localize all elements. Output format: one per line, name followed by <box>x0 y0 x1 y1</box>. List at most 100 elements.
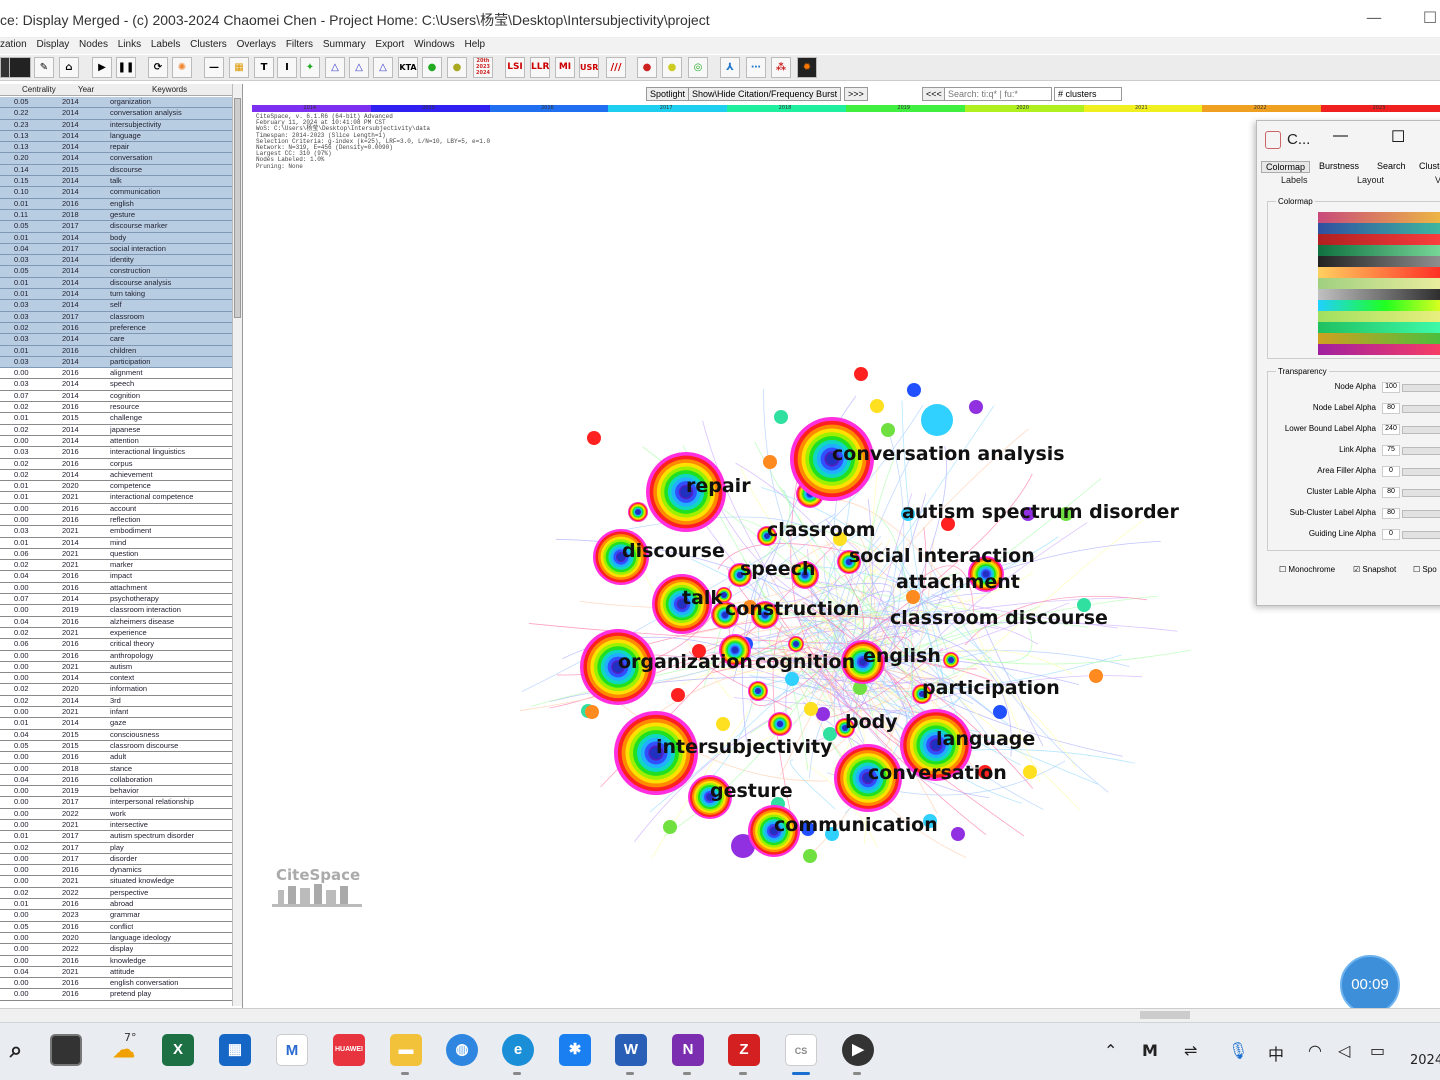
year-badge[interactable]: 20th 2023 2024 <box>473 57 493 78</box>
node-label[interactable]: english <box>863 645 941 667</box>
network-node[interactable] <box>1089 669 1103 683</box>
table-row[interactable]: 0.00 2022 work <box>0 809 232 820</box>
colormap-swatch[interactable] <box>1318 223 1440 234</box>
table-row[interactable]: 0.03 2014 care <box>0 334 232 346</box>
table-row[interactable]: 0.13 2014 repair <box>0 142 232 154</box>
table-row[interactable]: 0.13 2014 language <box>0 130 232 143</box>
menu-nodes[interactable]: Nodes <box>79 38 108 52</box>
slider-value[interactable]: 100 <box>1382 382 1400 393</box>
table-row[interactable]: 0.00 2016 reflection <box>0 515 232 527</box>
table-row[interactable]: 0.02 2014 achievement <box>0 470 232 482</box>
colormap-swatch[interactable] <box>1318 234 1440 245</box>
maximize-button[interactable]: ☐ <box>1418 6 1440 30</box>
table-row[interactable]: 0.00 2018 stance <box>0 764 232 775</box>
slider-track[interactable] <box>1402 405 1440 413</box>
table-row[interactable]: 0.02 2014 3rd <box>0 696 232 708</box>
table-row[interactable]: 0.00 2016 attachment <box>0 583 232 595</box>
cm-minimize-button[interactable]: — <box>1333 127 1348 144</box>
network-node[interactable] <box>854 367 868 381</box>
node-label[interactable]: conversation <box>868 762 1007 784</box>
colormap-swatch[interactable] <box>1318 278 1440 289</box>
table-row[interactable]: 0.03 2014 self <box>0 300 232 312</box>
volume-icon[interactable]: ◁ <box>1338 1041 1350 1060</box>
sc-icon[interactable]: ● <box>422 57 442 78</box>
slider-track[interactable] <box>1402 447 1440 455</box>
triangle-3-icon[interactable]: △ <box>373 57 393 78</box>
network-node[interactable] <box>1023 765 1037 779</box>
slider-track[interactable] <box>1402 384 1440 392</box>
recording-timer[interactable]: 00:09 <box>1340 955 1400 1015</box>
table-row[interactable]: 0.02 2017 play <box>0 843 232 854</box>
ime-indicator[interactable]: 中 <box>1268 1041 1284 1065</box>
table-row[interactable]: 0.03 2014 speech <box>0 379 232 391</box>
table-row[interactable]: 0.02 2022 perspective <box>0 888 232 900</box>
table-row[interactable]: 0.00 2023 grammar <box>0 910 232 922</box>
table-row[interactable]: 0.04 2016 impact <box>0 571 232 583</box>
zotero-icon[interactable]: Z <box>728 1034 760 1066</box>
network-node[interactable] <box>748 681 768 701</box>
table-row[interactable]: 0.03 2014 identity <box>0 255 232 267</box>
table-row[interactable]: 0.06 2021 question <box>0 549 232 561</box>
battery-icon[interactable]: ▭ <box>1370 1041 1385 1060</box>
table-row[interactable]: 0.03 2014 participation <box>0 356 232 369</box>
grid-icon[interactable]: ▦ <box>229 57 249 78</box>
table-row[interactable]: 0.00 2016 dynamics <box>0 865 232 877</box>
word-icon[interactable]: W <box>615 1034 647 1066</box>
table-row[interactable]: 0.04 2015 consciousness <box>0 730 232 741</box>
col-keywords[interactable]: Keywords <box>152 85 187 94</box>
slider-value[interactable]: 0 <box>1382 466 1400 477</box>
table-row[interactable]: 0.10 2014 communication <box>0 187 232 199</box>
clock[interactable]: 2024 <box>1410 1053 1440 1068</box>
network-node[interactable] <box>663 820 677 834</box>
col-centrality[interactable]: Centrality <box>22 85 56 94</box>
network-node[interactable] <box>993 705 1007 719</box>
table-row[interactable]: 0.00 2019 classroom interaction <box>0 605 232 617</box>
network-node[interactable] <box>587 431 601 445</box>
table-row[interactable]: 0.01 2016 abroad <box>0 899 232 911</box>
table-row[interactable]: 0.03 2021 embodiment <box>0 526 232 538</box>
microphone-icon[interactable]: 🎙 <box>1228 1041 1248 1060</box>
table-row[interactable]: 0.04 2016 alzheimers disease <box>0 617 232 628</box>
network-node[interactable] <box>716 717 730 731</box>
table-row[interactable]: 0.06 2016 critical theory <box>0 639 232 651</box>
target-icon[interactable]: ◎ <box>688 57 708 78</box>
app-star-icon[interactable]: ✱ <box>559 1034 591 1066</box>
table-scrollbar[interactable] <box>232 84 242 1006</box>
menu-summary[interactable]: Summary <box>323 38 366 52</box>
node-label[interactable]: language <box>936 728 1035 750</box>
node-label[interactable]: conversation analysis <box>832 443 1065 465</box>
table-row[interactable]: 0.04 2021 attitude <box>0 967 232 979</box>
menu-windows[interactable]: Windows <box>414 38 455 52</box>
network-node[interactable] <box>628 502 648 522</box>
node-label[interactable]: organization <box>618 651 753 673</box>
table-row[interactable]: 0.00 2021 autism <box>0 662 232 674</box>
table-row[interactable]: 0.02 2021 marker <box>0 560 232 572</box>
network-node[interactable] <box>763 455 777 469</box>
network-node[interactable] <box>785 672 799 686</box>
table-row[interactable]: 0.01 2014 discourse analysis <box>0 277 232 290</box>
table-row[interactable]: 0.01 2016 english <box>0 198 232 210</box>
table-row[interactable]: 0.04 2017 social interaction <box>0 243 232 256</box>
table-row[interactable]: 0.05 2015 classroom discourse <box>0 741 232 753</box>
tab-cluster[interactable]: Cluste <box>1419 161 1440 171</box>
colormap-swatch[interactable] <box>1318 245 1440 256</box>
subtab-v[interactable]: V <box>1435 175 1440 185</box>
network-node[interactable] <box>768 712 792 736</box>
yellow-dots-icon[interactable]: ● <box>662 57 682 78</box>
network-node[interactable] <box>585 705 599 719</box>
kta-button[interactable]: KTA <box>398 57 418 78</box>
table-row[interactable]: 0.02 2020 information <box>0 684 232 696</box>
node-label[interactable]: attachment <box>896 571 1020 593</box>
wifi-icon[interactable]: ◠ <box>1308 1041 1322 1060</box>
table-row[interactable]: 0.01 2015 challenge <box>0 413 232 425</box>
table-row[interactable]: 0.11 2018 gesture <box>0 209 232 222</box>
spotlight-checkbox[interactable]: ☐ Spo <box>1413 565 1437 574</box>
table-row[interactable]: 0.05 2017 discourse marker <box>0 221 232 233</box>
table-row[interactable]: 0.00 2021 intersective <box>0 820 232 832</box>
slider-value[interactable]: 240 <box>1382 424 1400 435</box>
timeline-icon[interactable]: ⋯ <box>746 57 766 78</box>
subtab-labels[interactable]: Labels <box>1281 175 1308 185</box>
line-icon[interactable]: — <box>204 57 224 78</box>
table-row[interactable]: 0.04 2016 collaboration <box>0 775 232 787</box>
text-icon[interactable]: T <box>254 57 274 78</box>
